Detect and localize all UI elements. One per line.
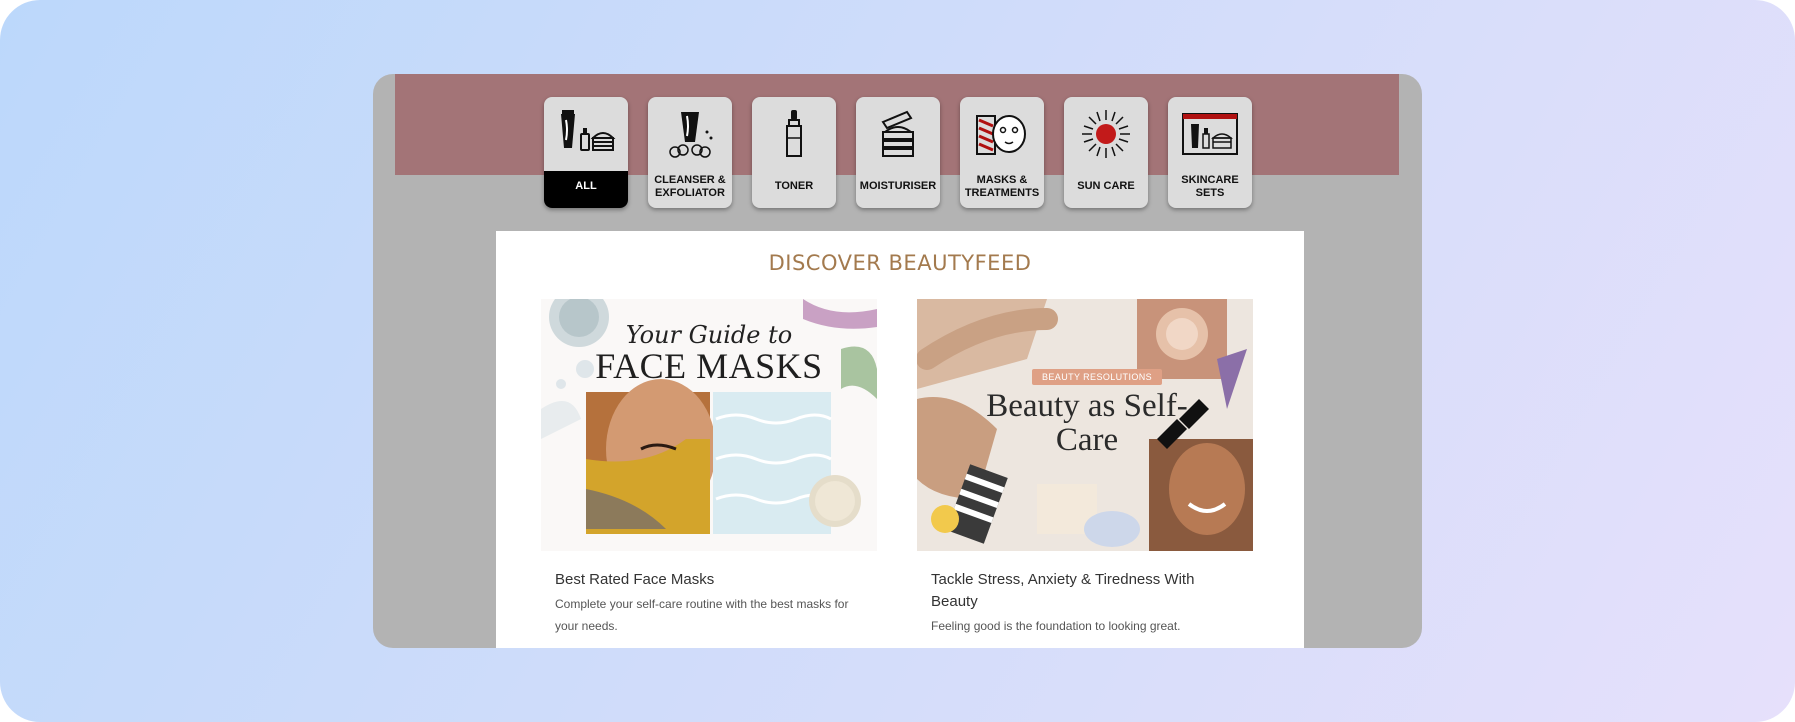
card-description: Complete your self-care routine with the… xyxy=(555,597,849,633)
card-title[interactable]: Tackle Stress, Anxiety & Tiredness With … xyxy=(917,569,1253,613)
cleanser-tube-icon xyxy=(648,97,732,171)
category-label: ALL xyxy=(544,171,628,208)
category-skincare-sets[interactable]: SKINCARE SETS xyxy=(1168,97,1252,208)
browser-window: ALL CLEANSER & EXFOLIATOR TONER MOISTURI… xyxy=(373,74,1422,648)
category-masks-treatments[interactable]: MASKS & TREATMENTS xyxy=(960,97,1044,208)
category-toner[interactable]: TONER xyxy=(752,97,836,208)
all-products-icon xyxy=(544,97,628,171)
beautyfeed-panel: DISCOVER BEAUTYFEED Your Guide to FACE M… xyxy=(496,231,1304,648)
moisturiser-jar-icon xyxy=(856,97,940,171)
category-all[interactable]: ALL xyxy=(544,97,628,208)
card-title[interactable]: Best Rated Face Masks xyxy=(541,569,877,591)
image-heading: Beauty as Self-Care xyxy=(986,388,1188,458)
face-masks-article-image[interactable]: Your Guide to FACE MASKS xyxy=(541,299,877,551)
skincare-set-box-icon xyxy=(1168,97,1252,171)
category-nav: ALL CLEANSER & EXFOLIATOR TONER MOISTURI… xyxy=(544,97,1252,208)
category-label: MOISTURISER xyxy=(859,180,937,192)
self-care-article-image[interactable]: BEAUTY RESOLUTIONS Beauty as Self-Care xyxy=(917,299,1253,551)
category-label: TONER xyxy=(774,180,814,192)
face-mask-icon xyxy=(960,97,1044,171)
category-label: MASKS & TREATMENTS xyxy=(964,173,1040,199)
image-heading-line2: FACE MASKS xyxy=(595,346,823,386)
feed-card-self-care: BEAUTY RESOLUTIONS Beauty as Self-Care T… xyxy=(917,299,1253,637)
beautyfeed-title: DISCOVER BEAUTYFEED xyxy=(768,251,1032,275)
sun-icon xyxy=(1064,97,1148,171)
category-sun-care[interactable]: SUN CARE xyxy=(1064,97,1148,208)
feed-card-face-masks: Your Guide to FACE MASKS Best Rated Face… xyxy=(541,299,877,637)
category-moisturiser[interactable]: MOISTURISER xyxy=(856,97,940,208)
card-description: Feeling good is the foundation to lookin… xyxy=(931,619,1181,633)
background-canvas: ALL CLEANSER & EXFOLIATOR TONER MOISTURI… xyxy=(0,0,1795,722)
category-label: SKINCARE SETS xyxy=(1181,173,1239,199)
category-label: SUN CARE xyxy=(1077,180,1135,192)
category-label: CLEANSER & EXFOLIATOR xyxy=(654,173,726,199)
image-badge: BEAUTY RESOLUTIONS xyxy=(1032,369,1163,385)
toner-bottle-icon xyxy=(752,97,836,171)
category-cleanser-exfoliator[interactable]: CLEANSER & EXFOLIATOR xyxy=(648,97,732,208)
